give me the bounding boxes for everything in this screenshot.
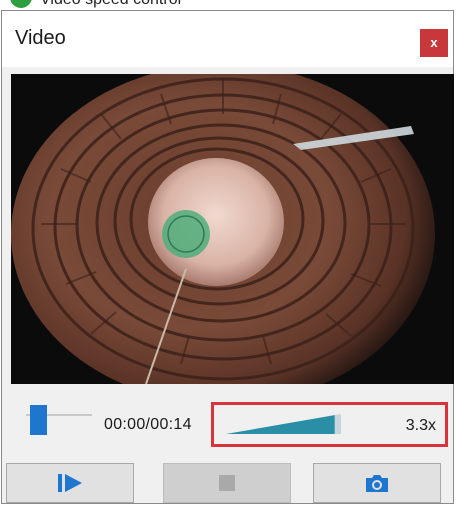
speed-ramp-slider[interactable] <box>226 412 341 434</box>
close-button[interactable]: x <box>420 29 448 57</box>
stop-icon <box>219 475 235 491</box>
speed-control[interactable]: 3.3x <box>211 402 448 447</box>
progress-thumb[interactable] <box>30 405 47 435</box>
caption-bar: Video speed control <box>0 0 457 10</box>
caption-text: Video speed control <box>40 0 181 8</box>
video-window: Video x 00:00/00:14 3.3x <box>1 10 454 504</box>
title-bar: Video x <box>2 11 453 67</box>
speed-level-fill <box>226 415 335 434</box>
play-from-frame-icon <box>58 474 82 492</box>
window-title: Video <box>15 27 66 49</box>
caption-step-icon <box>10 0 32 8</box>
video-frame <box>11 74 454 384</box>
video-view[interactable] <box>11 74 454 384</box>
snapshot-button[interactable] <box>313 463 441 503</box>
playback-progress-slider[interactable] <box>26 405 96 435</box>
play-button[interactable] <box>6 463 134 503</box>
time-display: 00:00/00:14 <box>104 416 192 433</box>
speed-value: 3.3x <box>405 417 436 434</box>
camera-icon <box>366 475 388 492</box>
stop-button[interactable] <box>163 463 291 503</box>
